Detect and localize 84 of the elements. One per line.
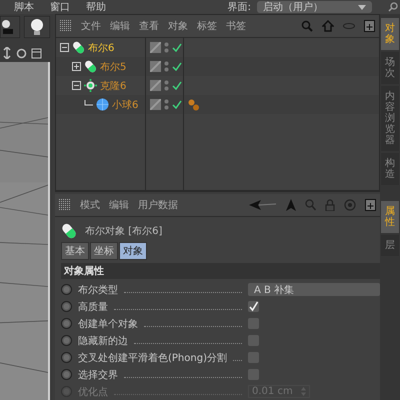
checkbox[interactable] xyxy=(248,301,259,312)
property-label: 优化点 xyxy=(78,386,108,398)
move-arrows-icon[interactable] xyxy=(2,47,12,59)
side-tab[interactable]: 场次 xyxy=(381,52,399,84)
checkbox[interactable] xyxy=(248,352,259,363)
boole-object-icon xyxy=(72,41,85,54)
layer-icon[interactable] xyxy=(150,42,161,53)
caret-icon xyxy=(358,4,366,10)
menu-item[interactable]: 文件 xyxy=(81,19,101,33)
grip-icon xyxy=(60,20,72,32)
up-arrow-icon[interactable] xyxy=(286,199,296,211)
visibility-dots-icon[interactable] xyxy=(164,61,169,72)
target-icon[interactable] xyxy=(344,199,356,211)
menu-item[interactable]: 书签 xyxy=(226,19,246,33)
frame-icon[interactable] xyxy=(31,48,42,58)
back-arrow-icon[interactable] xyxy=(249,200,277,210)
animation-radio-icon[interactable] xyxy=(61,318,72,329)
menu-item[interactable]: 编辑 xyxy=(109,198,129,212)
animation-radio-icon[interactable] xyxy=(61,284,72,295)
layout-dropdown[interactable]: 启动（用户） xyxy=(257,1,372,13)
menu-item[interactable]: 帮助 xyxy=(86,0,106,14)
animation-radio-icon[interactable] xyxy=(61,352,72,363)
layer-icon[interactable] xyxy=(150,61,161,72)
expand-toggle[interactable] xyxy=(60,43,69,52)
layer-icon[interactable] xyxy=(150,99,161,110)
property-label: 交叉处创建平滑着色(Phong)分割 xyxy=(78,352,227,364)
object-name[interactable]: 布尔5 xyxy=(100,60,126,74)
search-icon[interactable] xyxy=(388,2,398,12)
boole-object-icon xyxy=(84,60,97,73)
home-icon[interactable] xyxy=(322,20,334,32)
menu-item[interactable]: 脚本 xyxy=(14,0,34,14)
tab[interactable]: 对象 xyxy=(119,242,147,260)
side-tab[interactable]: 属性 xyxy=(381,201,399,233)
menu-item[interactable]: 用户数据 xyxy=(138,198,178,212)
animation-radio-icon[interactable] xyxy=(61,369,72,380)
property-label: 隐藏新的边 xyxy=(78,334,128,348)
sphere-object-icon xyxy=(96,98,109,111)
section-header: 对象属性 xyxy=(61,263,380,279)
checkbox[interactable] xyxy=(248,369,259,380)
menu-item[interactable]: 窗口 xyxy=(50,0,70,14)
object-name[interactable]: 克隆6 xyxy=(100,78,126,92)
checkbox[interactable] xyxy=(248,318,259,329)
boole-object-icon xyxy=(61,223,77,239)
cloner-object-icon xyxy=(84,79,97,92)
lock-icon[interactable] xyxy=(325,199,335,211)
property-label: 创建单个对象 xyxy=(78,318,138,330)
expand-toggle[interactable] xyxy=(72,81,81,90)
side-tab[interactable]: 层 xyxy=(381,235,399,256)
side-tab[interactable]: 构造 xyxy=(381,153,399,185)
new-panel-icon[interactable] xyxy=(364,20,375,32)
side-tab[interactable]: 内容浏览器 xyxy=(381,86,399,151)
layout-label: 界面: xyxy=(228,1,251,14)
property-label: 布尔类型 xyxy=(78,284,118,296)
grip-icon xyxy=(59,199,71,211)
material-tag-icon[interactable] xyxy=(188,98,200,110)
eye-icon[interactable] xyxy=(343,22,355,30)
animation-radio-icon[interactable] xyxy=(61,335,72,346)
side-tab[interactable]: 对象 xyxy=(381,18,399,50)
property-label: 高质量 xyxy=(78,300,108,314)
tab[interactable]: 基本 xyxy=(61,242,89,260)
object-name[interactable]: 小球6 xyxy=(112,98,138,112)
search-icon[interactable] xyxy=(305,199,316,211)
tab[interactable]: 坐标 xyxy=(90,242,118,260)
camera-icon[interactable] xyxy=(0,16,20,38)
search-icon[interactable] xyxy=(301,20,313,32)
light-bulb-icon[interactable] xyxy=(24,16,50,38)
rotate-icon[interactable] xyxy=(16,48,27,58)
checkbox[interactable] xyxy=(248,335,259,346)
new-panel-icon[interactable] xyxy=(365,199,376,211)
object-name[interactable]: 布尔6 xyxy=(88,40,114,54)
animation-radio-icon[interactable] xyxy=(61,301,72,312)
property-label: 选择交界 xyxy=(78,368,118,382)
boole-type-dropdown[interactable]: A B 补集 xyxy=(248,283,380,296)
visibility-dots-icon[interactable] xyxy=(164,80,169,91)
menu-item[interactable]: 编辑 xyxy=(110,19,130,33)
expand-toggle[interactable] xyxy=(72,62,81,71)
layer-icon[interactable] xyxy=(150,80,161,91)
menu-item[interactable]: 对象 xyxy=(168,19,188,33)
object-title: 布尔对象 [布尔6] xyxy=(85,224,162,238)
visibility-dots-icon[interactable] xyxy=(164,42,169,53)
menu-item[interactable]: 模式 xyxy=(80,198,100,212)
visibility-dots-icon[interactable] xyxy=(164,99,169,110)
menu-item[interactable]: 标签 xyxy=(197,19,217,33)
menu-item[interactable]: 查看 xyxy=(139,19,159,33)
